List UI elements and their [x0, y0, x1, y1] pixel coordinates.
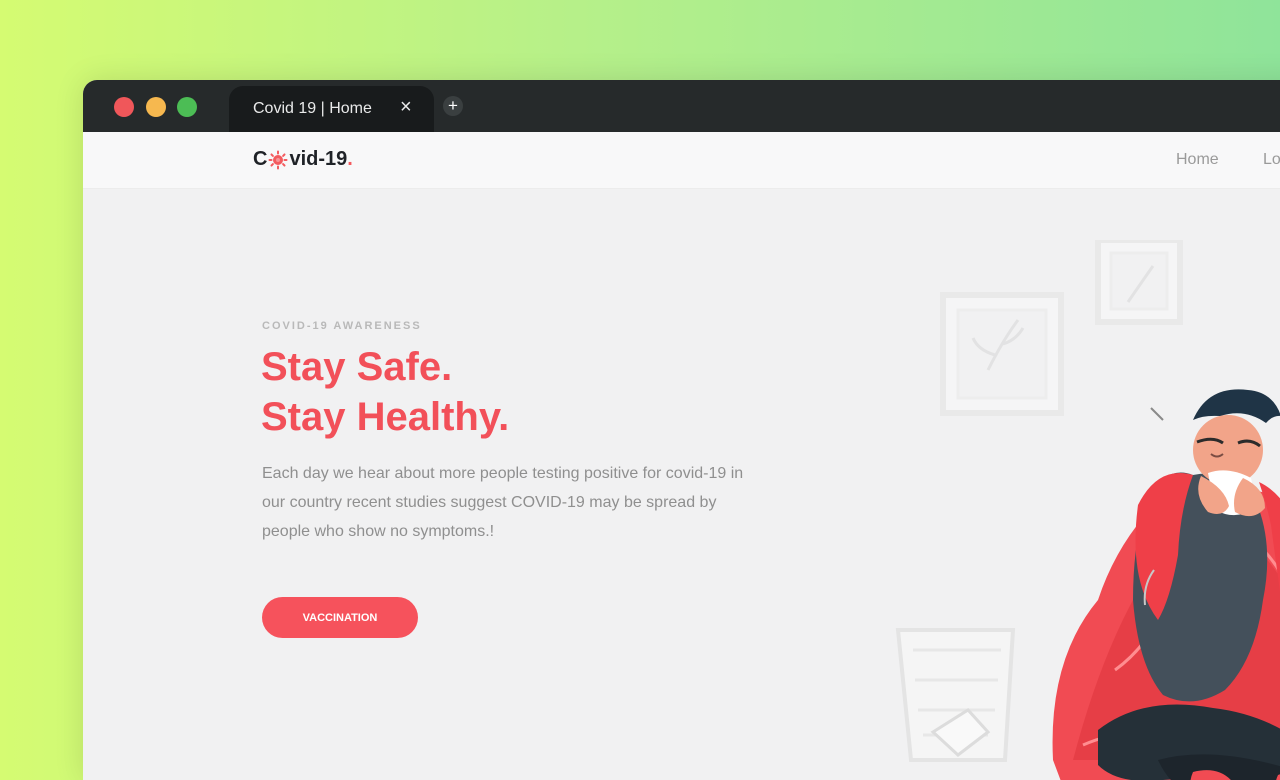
browser-titlebar: Covid 19 | Home × + [83, 80, 1280, 132]
hero-title-line-1: Stay Safe. [261, 345, 453, 389]
nav-partial-link[interactable]: Lo [1263, 151, 1280, 169]
logo-suffix: vid-19 [289, 148, 348, 170]
browser-window: Covid 19 | Home × + C vid-19 . Home Lo C… [83, 80, 1280, 780]
new-tab-button[interactable]: + [443, 96, 463, 116]
hero-copy-line-1: Each day we hear about more people testi… [262, 465, 744, 482]
hero-copy-line-3: people who show no symptoms.! [262, 523, 495, 540]
minimize-window-button[interactable] [146, 97, 166, 117]
maximize-window-button[interactable] [177, 97, 197, 117]
browser-tab[interactable]: Covid 19 | Home × [229, 86, 434, 132]
hero-copy: Each day we hear about more people testi… [262, 459, 852, 546]
hero-copy-line-2: our country recent studies suggest COVID… [262, 494, 717, 511]
site-navbar: C vid-19 . Home Lo [83, 132, 1280, 189]
nav-home-link[interactable]: Home [1176, 151, 1219, 169]
logo-prefix: C [253, 148, 268, 170]
hero-title-line-2: Stay Healthy. [261, 395, 510, 439]
virus-icon [268, 150, 288, 170]
tab-title: Covid 19 | Home [253, 100, 372, 117]
sick-person-illustration [893, 237, 1280, 780]
logo-dot: . [347, 148, 353, 170]
close-window-button[interactable] [114, 97, 134, 117]
vaccination-button[interactable]: VACCINATION [262, 597, 418, 638]
close-icon[interactable]: × [400, 97, 412, 117]
site-logo[interactable]: C vid-19 . [253, 148, 353, 171]
hero-title: Stay Safe. Stay Healthy. [261, 342, 509, 442]
hero-eyebrow: COVID-19 AWARENESS [262, 320, 422, 332]
